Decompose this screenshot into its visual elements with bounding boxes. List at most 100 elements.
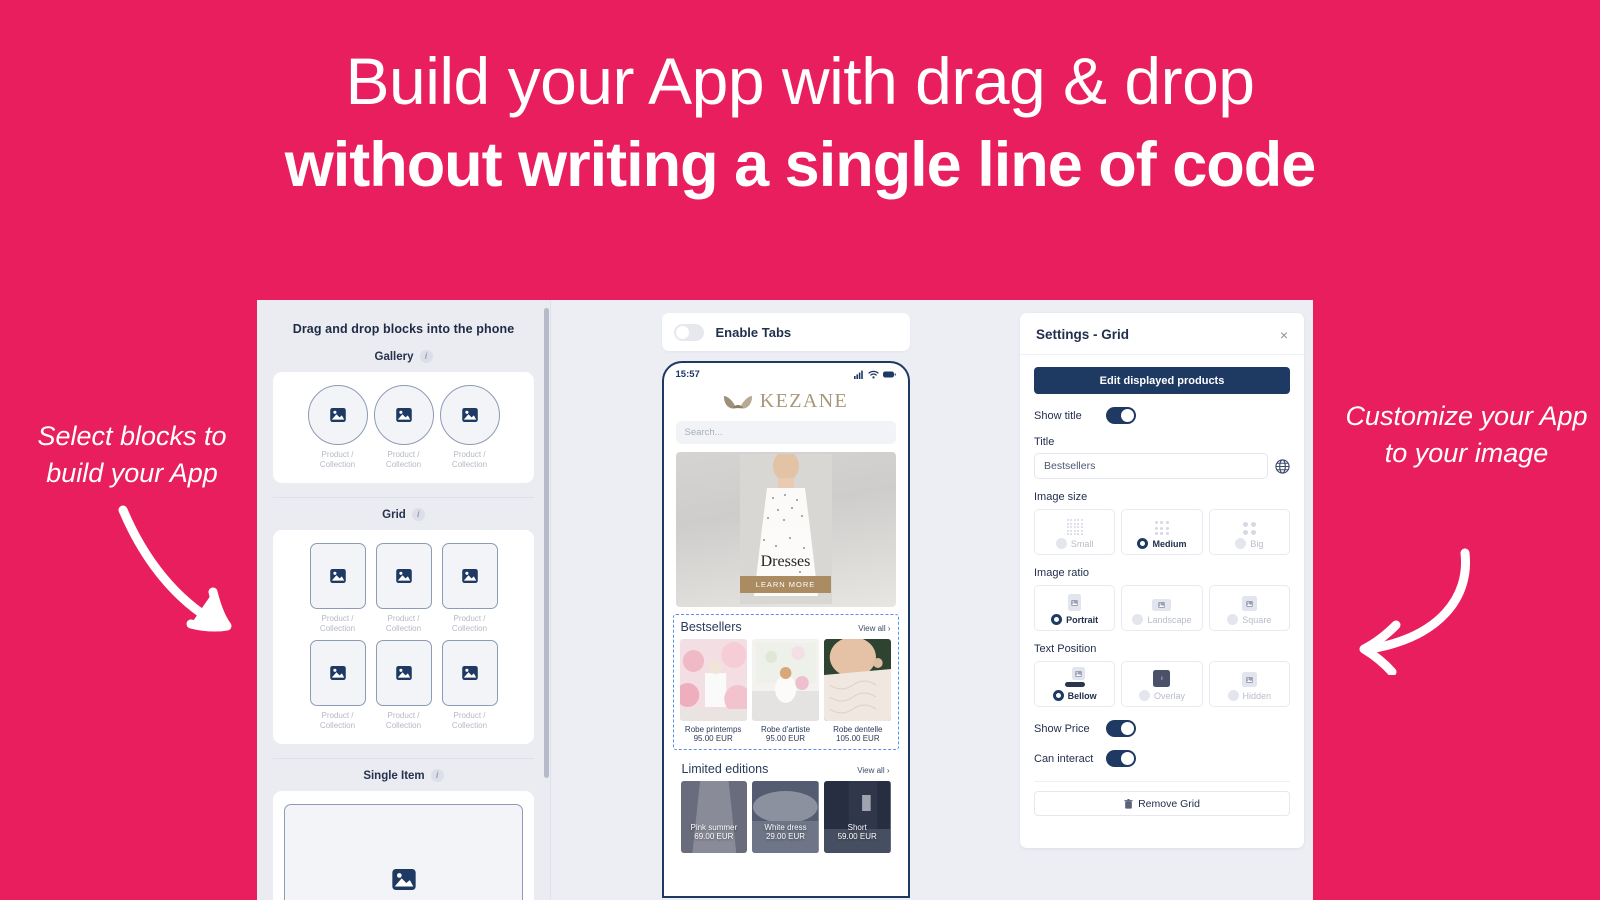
product-overlay-text: Pink summer 69.00 EUR [681,823,748,841]
headline-line-2: without writing a single line of code [284,130,1317,201]
product-card[interactable]: Robe d'artiste 95.00 EUR [751,639,820,743]
blocks-library-panel: Drag and drop blocks into the phone Gall… [257,300,551,900]
blocks-panel-title: Drag and drop blocks into the phone [292,322,515,336]
status-icons [853,370,896,379]
gallery-placeholder-item[interactable]: Product / Collection [439,385,501,470]
hero-title: Dresses [760,553,811,570]
info-icon[interactable]: i [419,350,433,363]
headline-line-1: Build your App with drag & drop [345,44,1255,118]
image-ratio-label: Image ratio [1034,567,1090,579]
image-size-medium-label: Medium [1152,538,1187,549]
remove-grid-button[interactable]: Remove Grid [1034,791,1290,816]
image-size-option-medium[interactable]: Medium [1121,509,1203,555]
phone-section-bestsellers[interactable]: Bestsellers View all › Robe printemps 95… [672,614,899,750]
image-placeholder-icon [309,640,366,706]
portrait-icon [1068,591,1082,611]
section-title: Limited editions [681,762,769,776]
product-card[interactable]: Short 59.00 EUR [823,781,891,853]
radio-icon[interactable] [1132,614,1144,625]
grid-placeholder-item[interactable]: Product / Collection [307,543,369,634]
product-card[interactable]: Robe printemps 95.00 EUR [679,639,747,743]
picture-icon [391,868,416,890]
text-position-option-hidden[interactable]: Hidden [1208,661,1290,707]
picture-icon [461,408,478,422]
info-icon[interactable]: i [430,769,444,782]
phone-mockup: 15:57 KEZANE Search... Dresses LEARN MOR… [661,361,910,898]
option-footer: Small [1055,538,1093,549]
grid-placeholder-item[interactable]: Product / Collection [439,640,501,731]
product-card[interactable]: White dress 29.00 EUR [752,781,819,853]
text-position-option-overlay[interactable]: i Overlay [1121,661,1203,707]
can-interact-row: Can interact [1034,750,1290,767]
image-ratio-option-square[interactable]: Square [1208,585,1290,631]
single-item-block-card[interactable] [273,791,534,900]
image-placeholder-icon [307,385,368,445]
image-size-option-big[interactable]: Big [1208,509,1290,555]
title-input[interactable]: Bestsellers [1034,453,1268,479]
phone-section-limited-editions[interactable]: Limited editions View all › Pink summer … [675,757,897,859]
globe-icon[interactable] [1275,458,1290,474]
radio-icon[interactable] [1227,690,1239,701]
picture-icon [395,666,412,680]
section-view-all-link[interactable]: View all › [858,624,890,633]
annotation-right-arrow-icon [1330,545,1480,675]
picture-glyph [1245,600,1253,607]
grid-placeholder-item[interactable]: Product / Collection [439,543,501,634]
phone-search-input[interactable]: Search... [675,421,896,444]
gallery-placeholder-item[interactable]: Product / Collection [307,385,369,470]
image-ratio-option-portrait[interactable]: Portrait [1034,585,1116,631]
radio-icon[interactable] [1235,538,1247,549]
product-name: White dress [764,823,807,832]
settings-title: Settings - Grid [1036,327,1130,342]
product-card[interactable]: Robe dentelle 105.00 EUR [824,639,892,743]
show-price-toggle[interactable] [1106,720,1136,737]
title-field-label: Title [1034,436,1055,448]
radio-icon[interactable] [1055,538,1067,549]
blocks-panel-scrollbar[interactable] [544,308,549,778]
product-row: Pink summer 69.00 EUR White dress 29.00 … [679,781,893,853]
option-footer: Big [1235,538,1263,549]
placeholder-label: Product / Collection [385,450,422,469]
picture-glyph [1158,602,1166,608]
product-name: Short [847,823,867,832]
block-group-single-item-label: Single Item [363,769,425,782]
text-position-hidden-label: Hidden [1242,690,1272,701]
image-size-option-small[interactable]: Small [1034,509,1116,555]
enable-tabs-toggle[interactable] [673,323,704,341]
gallery-placeholder-item[interactable]: Product / Collection [373,385,435,470]
picture-icon [395,569,412,583]
radio-icon[interactable] [1227,614,1239,625]
annotation-right-text: Customize your App to your image [1345,401,1588,469]
remove-grid-label: Remove Grid [1138,797,1200,810]
radio-icon[interactable] [1051,614,1063,625]
info-icon[interactable]: i [411,508,425,521]
close-icon[interactable]: × [1280,328,1288,342]
picture-icon [461,569,478,583]
image-ratio-option-landscape[interactable]: Landscape [1121,585,1203,631]
product-card[interactable]: Pink summer 69.00 EUR [680,781,748,853]
gallery-block-card[interactable]: Product / Collection Product / Collectio… [273,372,534,483]
grid-placeholder-item[interactable]: Product / Collection [307,640,369,731]
radio-icon[interactable] [1052,690,1064,701]
settings-body: Edit displayed products Show title Title… [1020,355,1304,828]
section-view-all-link[interactable]: View all › [857,766,889,775]
can-interact-toggle[interactable] [1106,750,1136,767]
text-position-bellow-label: Bellow [1067,690,1097,701]
option-footer: Hidden [1227,690,1272,701]
show-title-toggle[interactable] [1106,407,1136,424]
product-name: Robe printemps [684,725,742,734]
grid-placeholder-item[interactable]: Product / Collection [373,543,435,634]
grid-block-card[interactable]: Product / Collection Product / Collectio… [273,530,534,744]
edit-displayed-products-button[interactable]: Edit displayed products [1034,367,1290,394]
store-brand-name: KEZANE [759,390,849,412]
hero-learn-more-button[interactable]: LEARN MORE [739,576,832,593]
phone-hero-banner[interactable]: Dresses LEARN MORE [675,452,896,607]
enable-tabs-bar[interactable]: Enable Tabs [661,313,910,351]
product-row: Robe printemps 95.00 EUR Robe d'artiste … [678,639,894,743]
product-name: Robe dentelle [833,725,883,734]
grid-placeholder-item[interactable]: Product / Collection [373,640,435,731]
radio-icon[interactable] [1137,538,1149,549]
text-position-option-bellow[interactable]: Bellow [1034,661,1116,707]
radio-icon[interactable] [1138,690,1150,701]
picture-icon [329,569,346,583]
